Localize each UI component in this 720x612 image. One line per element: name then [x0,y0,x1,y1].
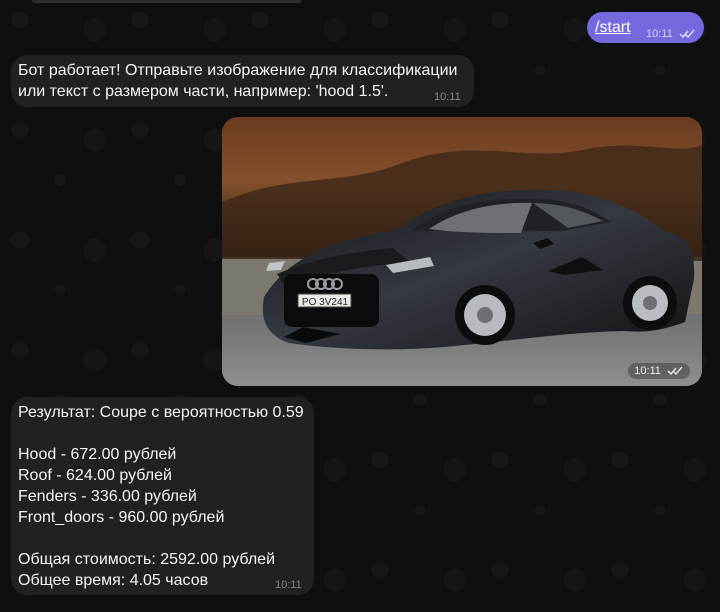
start-command-link[interactable]: /start [595,17,631,38]
result-item-hood: Hood - 672.00 рублей [18,446,177,463]
result-message-time: 10:11 [275,579,302,591]
result-title: Результат: Coupe с вероятностью 0.59 [18,404,304,421]
result-spacer [18,423,304,444]
result-spacer-2 [18,528,304,549]
outgoing-message-time: 10:11 [646,28,673,40]
result-content: Результат: Coupe с вероятностью 0.59 Hoo… [18,402,304,591]
car-image: PO 3V241 [222,117,702,386]
bot-intro-line-2: или текст с размером части, например: 'h… [18,83,389,100]
outgoing-start-message[interactable]: /start 10:11 [587,12,704,43]
photo-time: 10:11 [628,363,690,379]
result-total-time: Общее время: 4.05 часов [18,572,209,589]
license-plate-text: PO 3V241 [302,297,349,308]
bot-intro-time: 10:11 [434,91,461,103]
classification-result-message[interactable]: Результат: Coupe с вероятностью 0.59 Hoo… [11,397,314,595]
result-total-cost: Общая стоимость: 2592.00 рублей [18,551,276,568]
car-photo-message[interactable]: PO 3V241 10:11 [222,117,702,386]
double-check-icon [667,366,684,376]
result-item-fenders: Fenders - 336.00 рублей [18,488,197,505]
double-check-icon [679,29,696,39]
bot-intro-line-1: Бот работает! Отправьте изображение для … [18,62,458,79]
bot-intro-message[interactable]: Бот работает! Отправьте изображение для … [11,55,474,107]
result-item-front-doors: Front_doors - 960.00 рублей [18,509,225,526]
previous-message-edge [32,0,302,3]
result-item-roof: Roof - 624.00 рублей [18,467,172,484]
